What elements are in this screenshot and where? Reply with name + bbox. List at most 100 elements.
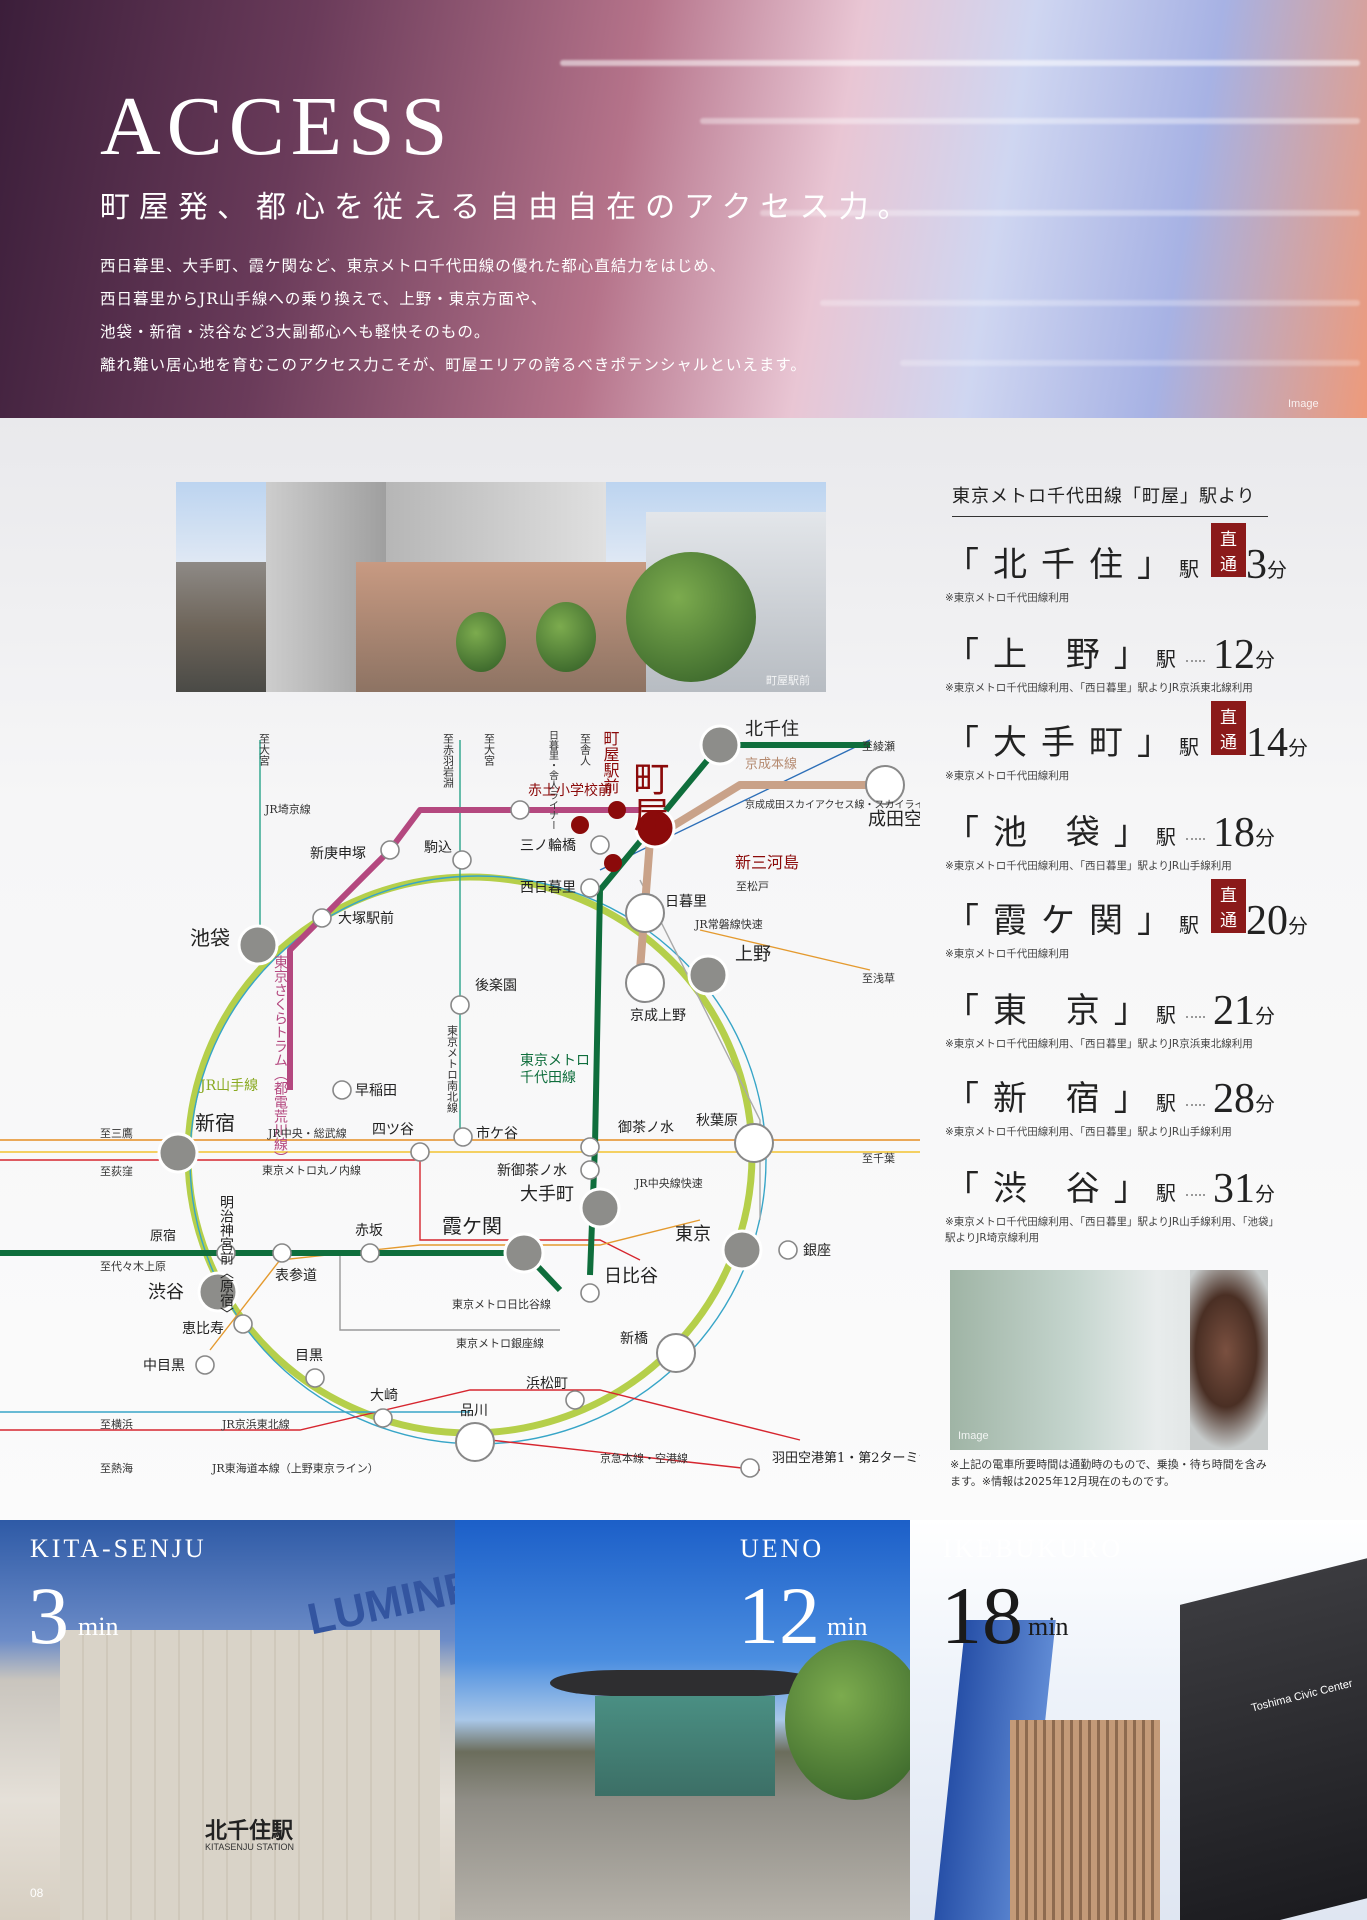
station-otsuka: [312, 908, 332, 928]
hero-body: 西日暮里、大手町、霞ケ関など、東京メトロ千代田線の優れた都心直結力をはじめ、 西…: [100, 250, 807, 382]
list-item-row: 「大手町」駅直通 14 分: [945, 701, 1308, 764]
list-item: 「池 袋」駅 18 分 ※東京メトロ千代田線利用、「西日暮里」駅よりJR山手線利用: [945, 800, 1275, 874]
minutes-unit: 分: [1267, 558, 1287, 582]
direct-badge: 直通: [1211, 523, 1246, 577]
label-waseda: 早稲田: [355, 1083, 397, 1099]
list-item-row: 「上 野」駅 12 分: [945, 622, 1275, 676]
hero-subtitle: 町屋発、都心を従える自由自在のアクセス力。: [100, 190, 917, 225]
label-toneri-liner: 日暮里・舎人ライナー: [547, 730, 559, 830]
light-streak: [900, 360, 1360, 366]
list-item: 「上 野」駅 12 分 ※東京メトロ千代田線利用、「西日暮里」駅よりJR京浜東北線利用: [945, 622, 1275, 696]
minutes-unit: min: [1028, 1612, 1069, 1641]
station-hamamatsucho: [565, 1390, 585, 1410]
dir-omiya: 至大宮: [258, 733, 271, 767]
station-name: 「上 野」: [945, 635, 1162, 675]
station-tokyo: [721, 1229, 763, 1271]
eki-label: 駅: [1155, 1181, 1176, 1205]
travel-minutes: 31: [1213, 1166, 1255, 1212]
page-number: 08: [30, 1886, 44, 1900]
ikebukuro-photo: Toshima Civic Center IKEBUKURO 18 min: [910, 1520, 1367, 1920]
label-hamamatsucho: 浜松町: [526, 1376, 568, 1392]
station-name: 「霞ケ関」: [945, 901, 1185, 941]
travel-minutes: 28: [1213, 1076, 1255, 1122]
label-jr-chuo-sobu: JR中央・総武線: [267, 1126, 347, 1140]
label-shinjuku: 新宿: [195, 1111, 235, 1135]
travel-minutes: 14: [1246, 720, 1288, 766]
label-osaki: 大崎: [370, 1388, 398, 1404]
route-note: ※東京メトロ千代田線利用: [945, 592, 1070, 604]
portrait-photo: Image: [950, 1270, 1268, 1450]
route-note: ※東京メトロ千代田線利用、「西日暮里」駅よりJR山手線利用: [945, 1126, 1232, 1138]
label-yotsuya: 四ツ谷: [372, 1122, 414, 1138]
station-akasaka: [360, 1243, 380, 1263]
list-item-row: 「渋 谷」駅 31 分: [945, 1156, 1275, 1210]
label-ichigaya: 市ケ谷: [476, 1125, 518, 1142]
tree: [456, 612, 506, 672]
hero-body-line: 池袋・新宿・渋谷など3大副都心へも軽快そのもの。: [100, 323, 491, 341]
dir-mitaka: 至三鷹: [100, 1126, 133, 1140]
station-name: 「渋 谷」: [945, 1169, 1162, 1209]
image-label: Image: [958, 1430, 989, 1442]
station-machiya-ekimae: [608, 801, 626, 819]
hero-banner: ACCESS 町屋発、都心を従える自由自在のアクセス力。 西日暮里、大手町、霞ケ…: [0, 0, 1367, 418]
label-shinkoshinzuka: 新庚申塚: [310, 846, 366, 862]
label-keisei-line: 京成本線: [745, 756, 797, 772]
list-header: 東京メトロ千代田線「町屋」駅より: [952, 482, 1268, 517]
station-front-photo: 町屋駅前: [176, 482, 826, 692]
label-marunouchi: 東京メトロ丸ノ内線: [262, 1163, 361, 1177]
station-nishinippori: [580, 878, 600, 898]
dir-asakusa: 至浅草: [862, 972, 895, 985]
station-kasumigaseki: [503, 1232, 545, 1274]
label-skyliner: 京成成田スカイアクセス線・スカイライナー: [745, 798, 920, 811]
label-akasaka: 赤坂: [355, 1223, 383, 1239]
tree: [785, 1640, 910, 1800]
list-item: 「北千住」駅直通 3 分 ※東京メトロ千代田線利用: [945, 523, 1287, 606]
dir-yokohama: 至横浜: [100, 1417, 133, 1431]
station-meguro: [305, 1368, 325, 1388]
leader-dots: [1185, 838, 1205, 840]
station-sign-en: KITASENJU STATION: [205, 1842, 295, 1852]
station-waseda: [332, 1080, 352, 1100]
eki-label: 駅: [1155, 647, 1176, 671]
station-yotsuya: [410, 1142, 430, 1162]
list-item: 「大手町」駅直通 14 分 ※東京メトロ千代田線利用: [945, 701, 1308, 784]
minutes-unit: min: [827, 1612, 868, 1641]
travel-minutes: 18: [1213, 810, 1255, 856]
station-keisei-ueno: [625, 963, 665, 1003]
building: [1010, 1720, 1160, 1920]
destination-name: IKEBUKURO: [943, 1534, 1124, 1563]
label-yamanote-line: JR山手線: [198, 1078, 258, 1094]
dir-ayase: 至綾瀬: [862, 739, 895, 753]
label-meguro: 目黒: [295, 1348, 323, 1364]
label-nippori: 日暮里: [665, 894, 707, 910]
station-ebisu: [233, 1314, 253, 1334]
list-item-row: 「霞ケ関」駅直通 20 分: [945, 879, 1308, 942]
light-streak: [700, 118, 1360, 124]
route-map: 北千住 町屋 町屋駅前 成田空港 新三河島 日暮里 西日暮里 上野 京成上野 池…: [0, 700, 920, 1500]
label-tokaido: JR東海道本線（上野東京ライン）: [211, 1461, 379, 1475]
gate: [595, 1696, 775, 1796]
station-akihabara: [734, 1123, 774, 1163]
hero-body-line: 離れ難い居心地を育むこのアクセス力こそが、町屋エリアの誇るべきポテンシャルといえ…: [100, 356, 807, 374]
list-item: 「渋 谷」駅 31 分 ※東京メトロ千代田線利用、「西日暮里」駅よりJR山手線利用、「…: [945, 1156, 1275, 1246]
label-shin-ochanomizu: 新御茶ノ水: [497, 1163, 567, 1179]
station-nakameguro: [195, 1355, 215, 1375]
label-shinmikawashima: 新三河島: [735, 853, 799, 872]
label-ginza-line: 東京メトロ銀座線: [456, 1336, 544, 1350]
image-label: Image: [1288, 398, 1319, 410]
label-jr-chuo-rapid: JR中央線快速: [634, 1176, 703, 1190]
hero-body-line: 西日暮里、大手町、霞ケ関など、東京メトロ千代田線の優れた都心直結力をはじめ、: [100, 257, 727, 275]
station-name: 「東 京」: [945, 991, 1162, 1031]
label-hibiya: 日比谷: [604, 1266, 658, 1287]
station-sign: 北千住駅: [205, 1818, 294, 1844]
minutes-unit: 分: [1255, 1182, 1275, 1206]
tree: [536, 602, 596, 672]
person-silhouette: [1190, 1270, 1268, 1450]
station-name: 「新 宿」: [945, 1079, 1162, 1119]
station-narita: [865, 765, 905, 805]
station-otemachi: [579, 1187, 621, 1229]
label-shibuya: 渋谷: [148, 1282, 184, 1303]
label-komagome: 駒込: [424, 840, 452, 856]
dir-yoyogiuehara: 至代々木上原: [100, 1260, 166, 1273]
label-namboku: 東京メトロ南北線: [446, 1025, 459, 1113]
